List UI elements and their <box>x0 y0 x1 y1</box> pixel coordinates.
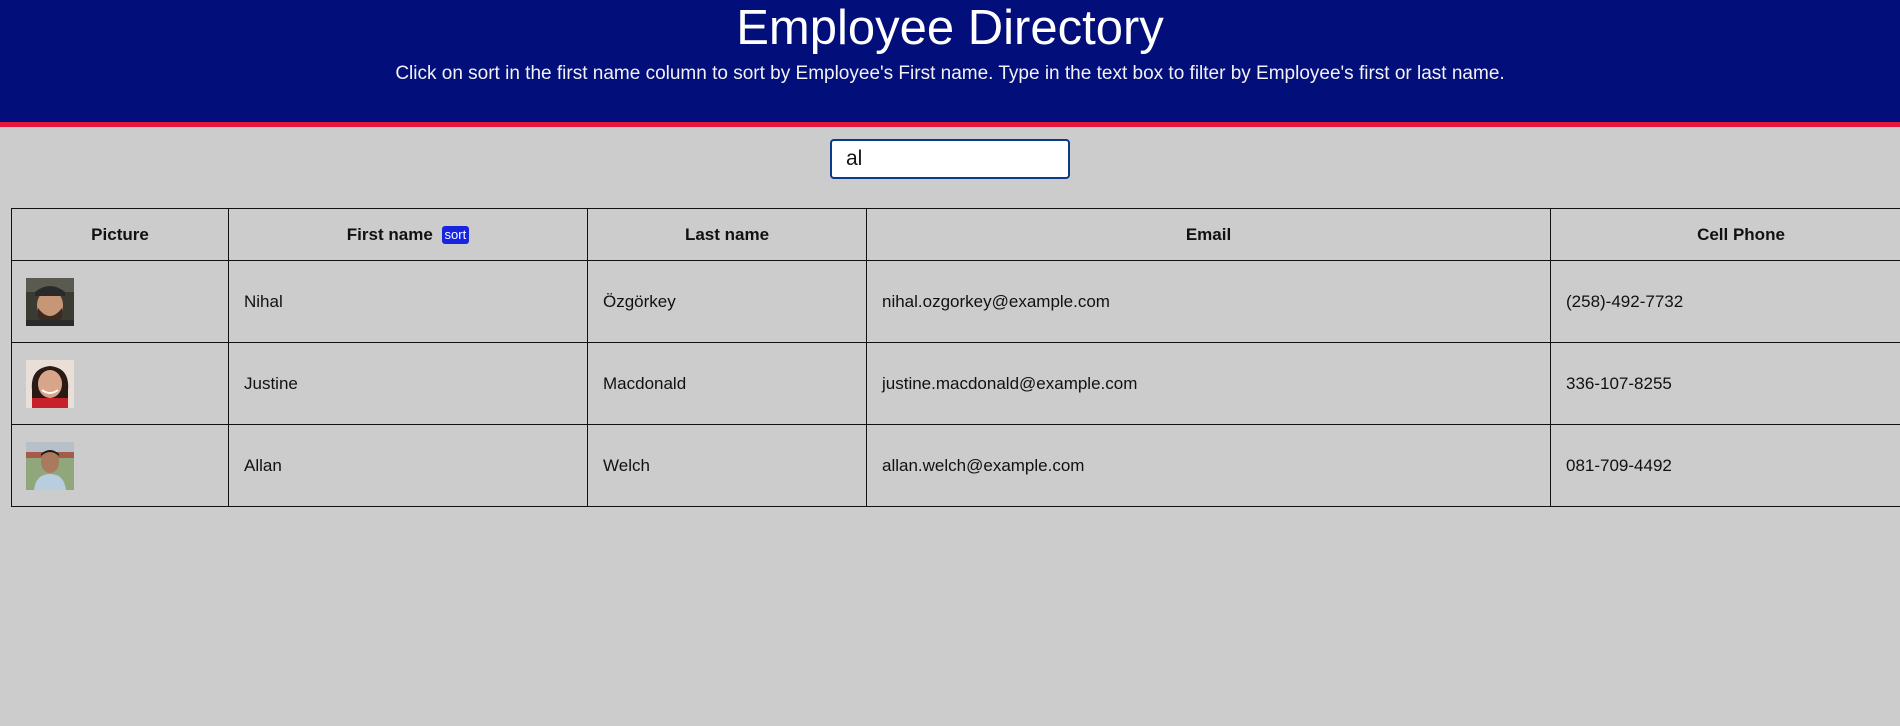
last-name-cell: Welch <box>587 424 867 507</box>
last-name-cell: Macdonald <box>587 342 867 425</box>
page-title: Employee Directory <box>736 1 1164 55</box>
page-header: Employee Directory Click on sort in the … <box>0 0 1900 127</box>
picture-cell <box>11 260 229 343</box>
cell-phone-cell: 081-709-4492 <box>1550 424 1900 507</box>
employee-table-container: Picture First name sort Last name Email … <box>11 208 1900 507</box>
search-input[interactable] <box>830 139 1070 179</box>
first-name-cell: Nihal <box>228 260 588 343</box>
avatar <box>26 359 74 408</box>
table-row: Justine Macdonald justine.macdonald@exam… <box>11 342 1900 425</box>
first-name-header-label: First name <box>346 224 433 244</box>
picture-cell <box>11 424 229 507</box>
email-cell: nihal.ozgorkey@example.com <box>866 260 1551 343</box>
table-row: Allan Welch allan.welch@example.com 081-… <box>11 424 1900 507</box>
column-header-picture: Picture <box>11 208 229 261</box>
table-row: Nihal Özgörkey nihal.ozgorkey@example.co… <box>11 260 1900 343</box>
sort-button[interactable]: sort <box>441 225 470 244</box>
column-header-last-name: Last name <box>587 208 867 261</box>
page-instructions: Click on sort in the first name column t… <box>395 63 1505 84</box>
column-header-first-name: First name sort <box>228 208 588 261</box>
first-name-cell: Justine <box>228 342 588 425</box>
avatar <box>26 441 74 490</box>
column-header-cell-phone: Cell Phone <box>1550 208 1900 261</box>
last-name-cell: Özgörkey <box>587 260 867 343</box>
email-cell: justine.macdonald@example.com <box>866 342 1551 425</box>
employee-table: Picture First name sort Last name Email … <box>11 208 1900 507</box>
first-name-cell: Allan <box>228 424 588 507</box>
email-cell: allan.welch@example.com <box>866 424 1551 507</box>
search-bar <box>0 127 1900 181</box>
avatar <box>26 277 74 326</box>
cell-phone-cell: (258)-492-7732 <box>1550 260 1900 343</box>
table-header-row: Picture First name sort Last name Email … <box>11 208 1900 261</box>
cell-phone-cell: 336-107-8255 <box>1550 342 1900 425</box>
column-header-email: Email <box>866 208 1551 261</box>
picture-cell <box>11 342 229 425</box>
